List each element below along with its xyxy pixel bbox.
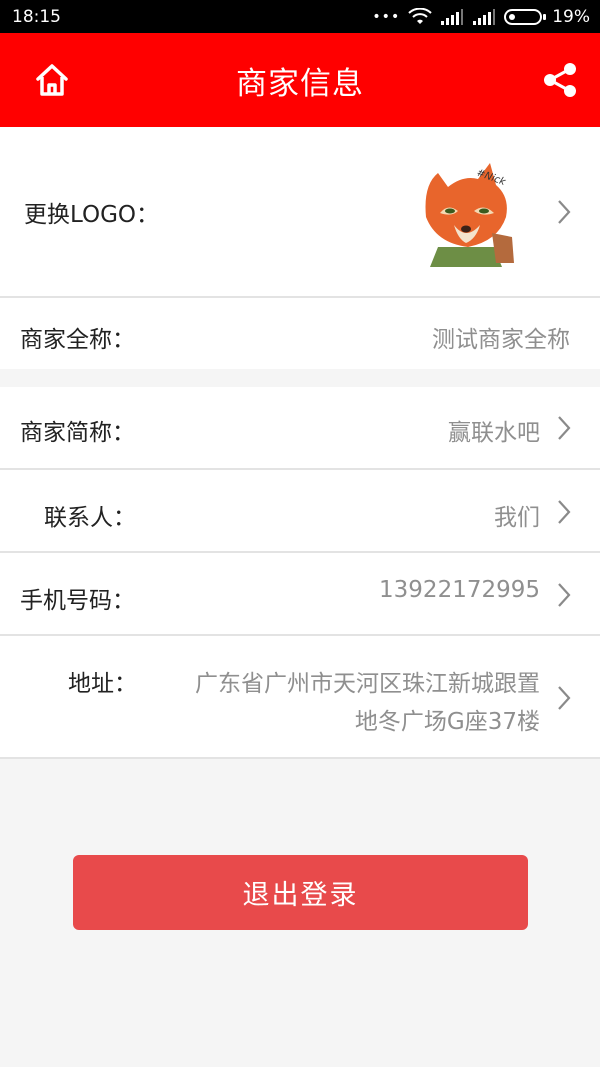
chevron-right-icon xyxy=(556,685,572,711)
battery-icon xyxy=(504,8,547,25)
fullname-label: 商家全称： xyxy=(20,327,135,353)
signal-icon xyxy=(440,8,464,26)
shortname-label: 商家简称： xyxy=(20,420,135,446)
fullname-value: 测试商家全称 xyxy=(432,327,570,353)
chevron-right-icon xyxy=(556,582,572,608)
wifi-icon xyxy=(408,7,432,26)
merchant-logo-image[interactable]: #Nick xyxy=(418,155,518,267)
section-gap xyxy=(0,369,600,387)
share-icon[interactable] xyxy=(542,61,578,99)
address-label: 地址： xyxy=(68,671,137,697)
chevron-right-icon xyxy=(556,499,572,525)
contact-label: 联系人： xyxy=(44,505,136,531)
logo-label: 更换LOGO： xyxy=(24,202,160,228)
page-title: 商家信息 xyxy=(236,65,364,102)
status-time: 18:15 xyxy=(12,6,61,27)
signal-icon-2 xyxy=(472,8,496,26)
contact-row[interactable]: 联系人： 我们 xyxy=(0,470,600,553)
status-indicators: ••• 19% xyxy=(372,7,590,27)
phone-row[interactable]: 手机号码： 13922172995 xyxy=(0,553,600,636)
logout-button[interactable]: 退出登录 xyxy=(73,855,528,930)
status-bar: 18:15 ••• 19% xyxy=(0,0,600,33)
phone-value: 13922172995 xyxy=(379,577,540,603)
contact-value: 我们 xyxy=(494,505,540,531)
chevron-right-icon xyxy=(556,415,572,441)
shortname-value: 赢联水吧 xyxy=(448,420,540,446)
address-row[interactable]: 地址： 广东省广州市天河区珠江新城跟置 地冬广场G座37楼 xyxy=(0,636,600,759)
address-line-1: 广东省广州市天河区珠江新城跟置 xyxy=(195,671,540,697)
more-dots-icon: ••• xyxy=(372,8,401,25)
address-line-2: 地冬广场G座37楼 xyxy=(354,709,540,735)
chevron-right-icon xyxy=(556,199,572,225)
home-icon[interactable] xyxy=(33,61,71,99)
battery-percent: 19% xyxy=(552,6,590,27)
phone-label: 手机号码： xyxy=(20,588,135,614)
shortname-row[interactable]: 商家简称： 赢联水吧 xyxy=(0,387,600,470)
app-header: 商家信息 xyxy=(0,33,600,127)
fullname-row: 商家全称： 测试商家全称 xyxy=(0,298,600,369)
